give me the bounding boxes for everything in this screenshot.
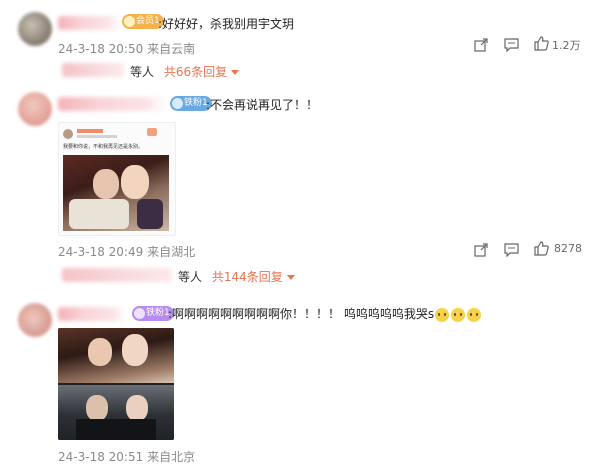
image-frame-top <box>58 328 174 383</box>
view-replies-link[interactable]: 共66条回复 <box>164 65 227 79</box>
crying-emoji-icon <box>451 307 466 322</box>
embedded-follow-icon <box>147 128 157 136</box>
view-replies-link[interactable]: 共144条回复 <box>212 270 283 284</box>
timestamp: 24-3-18 20:51 <box>58 450 144 464</box>
avatar[interactable] <box>18 12 52 46</box>
comment-icon[interactable] <box>504 37 519 56</box>
comment-image[interactable] <box>58 328 174 440</box>
action-bar: 1.2万 <box>474 35 589 53</box>
comment-icon[interactable] <box>504 242 519 261</box>
chevron-down-icon <box>286 275 295 280</box>
replies-summary[interactable]: 等人 共66条回复 <box>130 63 240 80</box>
reply-users[interactable] <box>62 63 124 77</box>
heart-icon <box>172 98 183 109</box>
chevron-down-icon <box>231 70 240 75</box>
embedded-meta <box>77 135 117 138</box>
location: 来自云南 <box>147 42 196 56</box>
avatar[interactable] <box>18 92 52 126</box>
location: 来自湖北 <box>147 245 196 259</box>
crying-emoji-icon <box>467 307 482 322</box>
replies-summary[interactable]: 等人 共144条回复 <box>178 268 295 285</box>
comment-image[interactable]: 我要和你说，不和我再见还是永别。 <box>58 122 176 236</box>
timestamp: 24-3-18 20:49 <box>58 245 144 259</box>
like-count: 1.2万 <box>552 39 581 52</box>
share-icon[interactable] <box>474 37 488 56</box>
embedded-username <box>77 129 103 133</box>
share-icon[interactable] <box>474 242 488 261</box>
comment-text: :好好好，杀我别用宇文玥 <box>158 17 295 31</box>
username[interactable] <box>58 97 166 111</box>
action-bar: 8278 <box>474 240 589 258</box>
avatar[interactable] <box>18 303 52 337</box>
like-count: 8278 <box>554 242 582 255</box>
timestamp: 24-3-18 20:50 <box>58 42 144 56</box>
username[interactable] <box>58 307 126 321</box>
username[interactable] <box>58 16 120 30</box>
comment-text: :不会再说再见了！！ <box>206 98 319 112</box>
crying-emoji-icon <box>435 307 450 322</box>
thumbs-up-icon[interactable] <box>534 241 549 260</box>
comment-meta: 24-3-18 20:49 来自湖北 <box>58 243 195 260</box>
embedded-avatar <box>63 129 73 139</box>
image-frame-bottom <box>58 385 174 440</box>
comment-text: :啊啊啊啊啊啊啊啊啊你！！！！ 呜呜呜呜呜我哭s <box>168 305 482 322</box>
comment-meta: 24-3-18 20:50 来自云南 <box>58 40 195 57</box>
embedded-post-text: 我要和你说，不和我再见还是永别。 <box>63 144 144 150</box>
comment-meta: 24-3-18 20:51 来自北京 <box>58 448 195 465</box>
location: 来自北京 <box>147 450 196 464</box>
crown-icon <box>124 16 135 27</box>
reply-users[interactable] <box>62 268 172 282</box>
heart-icon <box>134 308 145 319</box>
embedded-photo <box>63 155 169 231</box>
thumbs-up-icon[interactable] <box>534 36 549 55</box>
